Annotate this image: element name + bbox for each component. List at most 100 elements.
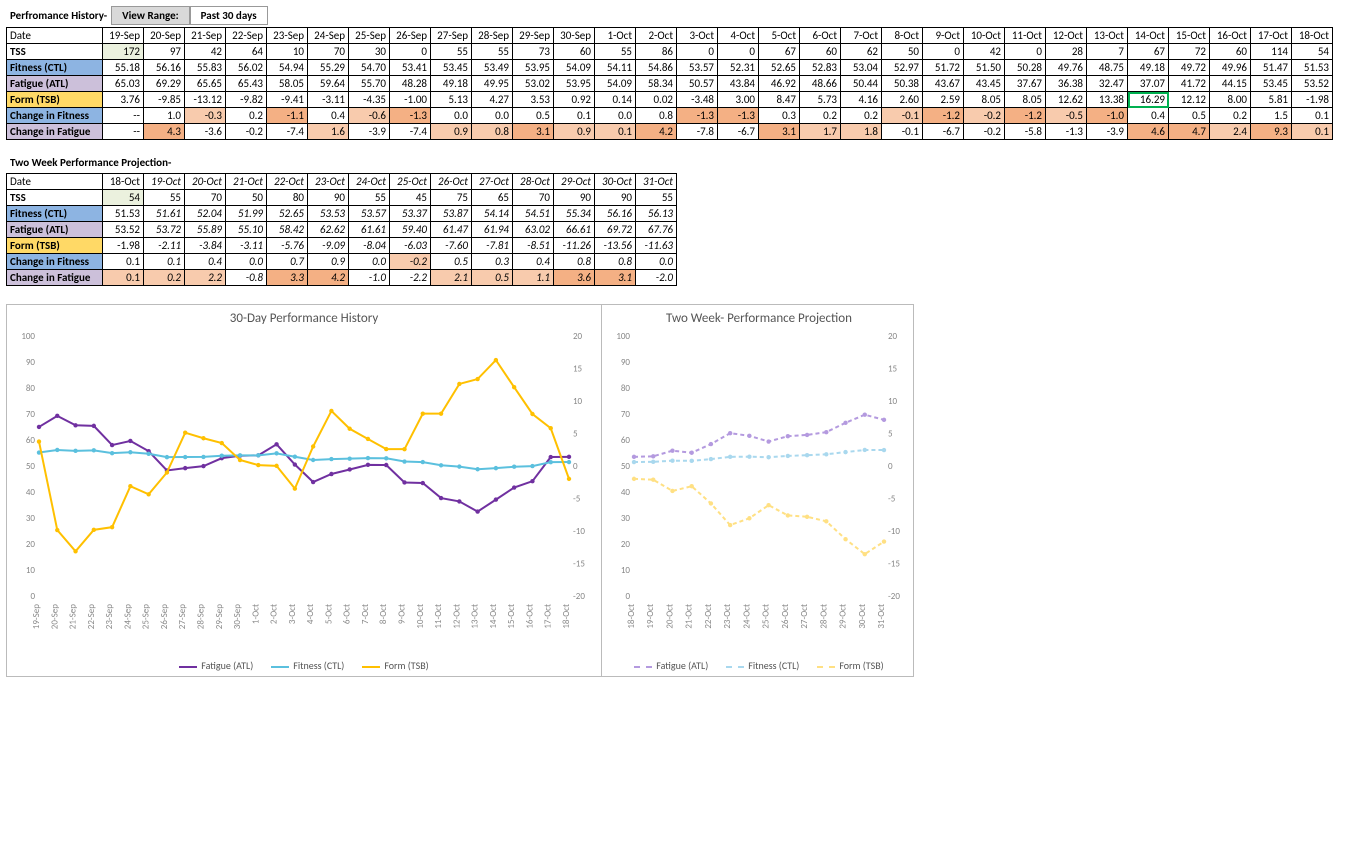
row-tss: TSS1729742641070300555573605586006760625… (7, 44, 1333, 60)
svg-text:7-Oct: 7-Oct (360, 604, 371, 624)
svg-text:18-Oct: 18-Oct (626, 604, 637, 629)
history-table: Date19-Sep20-Sep21-Sep22-Sep23-Sep24-Sep… (6, 27, 1333, 140)
history-title-row: Perfromance History- View Range: Past 30… (6, 6, 1354, 25)
svg-text:0: 0 (888, 461, 893, 472)
svg-text:19-Oct: 19-Oct (645, 604, 656, 629)
svg-text:6-Oct: 6-Oct (342, 604, 353, 624)
svg-text:10: 10 (888, 396, 898, 407)
row-datl: Change in Fatigue--4.3-3.6-0.2-7.41.6-3.… (7, 124, 1333, 140)
svg-text:-5: -5 (573, 494, 581, 505)
svg-text:31-Oct: 31-Oct (876, 604, 887, 629)
svg-text:90: 90 (621, 357, 631, 368)
svg-text:20: 20 (621, 539, 631, 550)
projection-title: Two Week Performance Projection- (6, 154, 175, 171)
svg-text:-15: -15 (888, 559, 900, 570)
row-tss: TSS5455705080905545756570909055 (7, 190, 677, 206)
svg-text:10-Oct: 10-Oct (415, 604, 426, 629)
svg-text:60: 60 (621, 435, 631, 446)
view-range-value[interactable]: Past 30 days (190, 6, 268, 25)
svg-text:26-Sep: 26-Sep (159, 604, 170, 629)
svg-text:20: 20 (26, 539, 36, 550)
row-atl: Fatigue (ATL)65.0369.2965.6565.4358.0559… (7, 76, 1333, 92)
svg-text:5-Oct: 5-Oct (323, 604, 334, 624)
svg-text:9-Oct: 9-Oct (397, 604, 408, 624)
svg-text:17-Oct: 17-Oct (543, 604, 554, 629)
row-tsb: Form (TSB)-1.98-2.11-3.84-3.11-5.76-9.09… (7, 238, 677, 254)
svg-text:30-Sep: 30-Sep (232, 604, 243, 629)
svg-text:30: 30 (621, 513, 631, 524)
svg-text:70: 70 (621, 409, 631, 420)
svg-text:100: 100 (21, 331, 35, 342)
svg-text:16-Oct: 16-Oct (524, 604, 535, 629)
svg-text:10: 10 (573, 396, 583, 407)
svg-text:50: 50 (621, 461, 631, 472)
svg-text:80: 80 (621, 383, 631, 394)
chart-history-legend: Fatigue (ATL) Fitness (CTL) Form (TSB) (11, 659, 597, 672)
charts-panel: 30-Day Performance History 0102030405060… (6, 304, 914, 677)
chart-projection: Two Week- Performance Projection 0102030… (602, 305, 916, 676)
svg-text:19-Sep: 19-Sep (31, 604, 42, 629)
svg-text:15: 15 (573, 364, 583, 375)
svg-text:90: 90 (26, 357, 36, 368)
svg-text:23-Sep: 23-Sep (104, 604, 115, 629)
svg-text:-10: -10 (573, 526, 585, 537)
svg-text:20: 20 (573, 331, 583, 342)
svg-text:25-Sep: 25-Sep (141, 604, 152, 629)
legend-swatch-atl-p (634, 666, 652, 668)
chart-history-title: 30-Day Performance History (11, 311, 597, 326)
svg-text:-15: -15 (573, 559, 585, 570)
svg-text:13-Oct: 13-Oct (470, 604, 481, 629)
svg-text:28-Oct: 28-Oct (818, 604, 829, 629)
row-dctl: Change in Fitness0.10.10.40.00.70.90.0-0… (7, 254, 677, 270)
svg-text:27-Oct: 27-Oct (799, 604, 810, 629)
svg-text:20-Sep: 20-Sep (49, 604, 60, 629)
svg-text:5: 5 (573, 429, 578, 440)
svg-text:50: 50 (26, 461, 36, 472)
svg-text:28-Sep: 28-Sep (195, 604, 206, 629)
row-atl: Fatigue (ATL)53.5253.7255.8955.1058.4262… (7, 222, 677, 238)
svg-text:14-Oct: 14-Oct (488, 604, 499, 629)
svg-text:40: 40 (26, 487, 36, 498)
projection-title-row: Two Week Performance Projection- (6, 154, 1354, 171)
chart-projection-svg: 0102030405060708090100-20-15-10-50510152… (606, 330, 912, 650)
svg-text:-20: -20 (573, 591, 585, 602)
svg-text:10: 10 (26, 565, 36, 576)
view-range-button[interactable]: View Range: (111, 6, 190, 25)
svg-text:40: 40 (621, 487, 631, 498)
svg-text:80: 80 (26, 383, 36, 394)
svg-text:23-Oct: 23-Oct (722, 604, 733, 629)
svg-text:4-Oct: 4-Oct (305, 604, 316, 624)
svg-text:26-Oct: 26-Oct (780, 604, 791, 629)
row-tsb: Form (TSB)3.76-9.85-13.12-9.82-9.41-3.11… (7, 92, 1333, 108)
svg-text:22-Oct: 22-Oct (703, 604, 714, 629)
chart-history-svg: 0102030405060708090100-20-15-10-50510152… (11, 330, 597, 650)
svg-text:24-Sep: 24-Sep (122, 604, 133, 629)
svg-text:22-Sep: 22-Sep (86, 604, 97, 629)
svg-text:3-Oct: 3-Oct (287, 604, 298, 624)
svg-text:29-Sep: 29-Sep (214, 604, 225, 629)
projection-table: Date18-Oct19-Oct20-Oct21-Oct22-Oct23-Oct… (6, 173, 677, 286)
svg-text:100: 100 (616, 331, 630, 342)
svg-text:21-Oct: 21-Oct (684, 604, 695, 629)
svg-text:11-Oct: 11-Oct (433, 604, 444, 629)
svg-text:25-Oct: 25-Oct (761, 604, 772, 629)
svg-text:10: 10 (621, 565, 631, 576)
chart-projection-legend: Fatigue (ATL) Fitness (CTL) Form (TSB) (606, 659, 912, 672)
svg-text:-5: -5 (888, 494, 896, 505)
legend-swatch-ctl (271, 666, 289, 668)
row-datl: Change in Fatigue0.10.22.2-0.83.34.2-1.0… (7, 270, 677, 286)
svg-text:-10: -10 (888, 526, 900, 537)
svg-text:0: 0 (573, 461, 578, 472)
svg-text:1-Oct: 1-Oct (250, 604, 261, 624)
svg-text:8-Oct: 8-Oct (378, 604, 389, 624)
row-date: Date18-Oct19-Oct20-Oct21-Oct22-Oct23-Oct… (7, 174, 677, 190)
svg-text:21-Sep: 21-Sep (68, 604, 79, 629)
svg-text:20: 20 (888, 331, 898, 342)
svg-text:2-Oct: 2-Oct (269, 604, 280, 624)
svg-text:27-Sep: 27-Sep (177, 604, 188, 629)
svg-text:15-Oct: 15-Oct (506, 604, 517, 629)
svg-text:-20: -20 (888, 591, 900, 602)
svg-text:30: 30 (26, 513, 36, 524)
row-date: Date19-Sep20-Sep21-Sep22-Sep23-Sep24-Sep… (7, 28, 1333, 44)
svg-text:5: 5 (888, 429, 893, 440)
